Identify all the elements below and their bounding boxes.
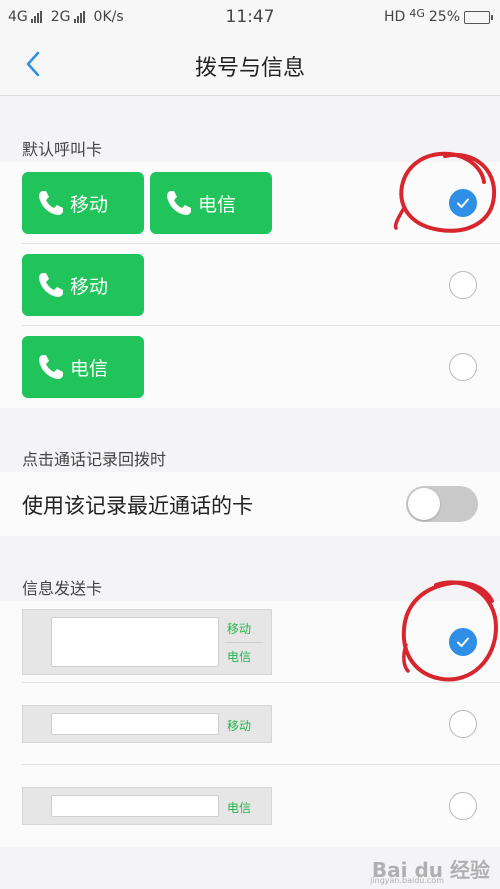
- redial-toggle[interactable]: [406, 486, 478, 522]
- label-divider: [225, 642, 263, 643]
- sim-button-mobile[interactable]: 移动: [22, 172, 144, 234]
- default-call-card: 移动 电信 移动 电信: [0, 162, 500, 408]
- battery-percent: 25%: [428, 9, 460, 25]
- sim-button-label: 移动: [70, 275, 109, 298]
- sim-button-telecom[interactable]: 电信: [22, 336, 144, 398]
- message-option-both-radio[interactable]: [449, 628, 477, 656]
- message-field: [51, 713, 219, 735]
- nav-bar: 拨号与信息: [0, 34, 500, 96]
- sim-button-label: 电信: [198, 193, 237, 216]
- hd-label: HD: [384, 9, 406, 25]
- message-card-header: 信息发送卡: [22, 579, 103, 598]
- phone-icon: [167, 191, 191, 215]
- phone-icon: [39, 355, 63, 379]
- status-bar: 4G 2G 0K/s 11:47 HD 4G 25%: [0, 0, 500, 34]
- call-option-telecom-radio[interactable]: [449, 353, 477, 381]
- message-preview-box: 电信: [22, 787, 272, 825]
- redial-label: 使用该记录最近通话的卡: [22, 494, 253, 518]
- message-label-telecom: 电信: [227, 801, 252, 815]
- phone-icon: [39, 273, 63, 297]
- default-call-header: 默认呼叫卡: [22, 140, 103, 159]
- message-option-both[interactable]: 移动 电信: [0, 601, 500, 683]
- status-right: HD 4G 25%: [384, 6, 493, 25]
- message-field: [51, 795, 219, 817]
- message-card: 移动 电信 移动 电信: [0, 601, 500, 847]
- call-option-both[interactable]: 移动 电信: [0, 162, 500, 244]
- message-label-mobile: 移动: [227, 719, 252, 733]
- checkmark-icon: [457, 637, 469, 647]
- message-option-telecom[interactable]: 电信: [0, 765, 500, 847]
- battery-icon: [464, 10, 493, 24]
- message-option-mobile[interactable]: 移动: [0, 683, 500, 765]
- checkmark-icon: [457, 198, 469, 208]
- call-option-both-radio[interactable]: [449, 189, 477, 217]
- message-preview-box: 移动 电信: [22, 609, 272, 675]
- sim-button-label: 电信: [70, 357, 109, 380]
- redial-card: 使用该记录最近通话的卡: [0, 472, 500, 536]
- call-option-telecom[interactable]: 电信: [0, 326, 500, 408]
- sim-button-label: 移动: [70, 193, 109, 216]
- message-option-telecom-radio[interactable]: [449, 792, 477, 820]
- message-field: [51, 617, 219, 667]
- message-label-telecom: 电信: [227, 650, 252, 664]
- sim-button-telecom[interactable]: 电信: [150, 172, 272, 234]
- message-option-mobile-radio[interactable]: [449, 710, 477, 738]
- toggle-knob: [408, 488, 440, 520]
- watermark-url: jingyan.baidu.com: [370, 876, 444, 885]
- message-preview-box: 移动: [22, 705, 272, 743]
- sim-button-mobile[interactable]: 移动: [22, 254, 144, 316]
- call-option-mobile[interactable]: 移动: [0, 244, 500, 326]
- page-title: 拨号与信息: [194, 56, 305, 81]
- redial-header: 点击通话记录回拨时: [22, 450, 167, 469]
- phone-icon: [39, 191, 63, 215]
- message-label-mobile: 移动: [227, 622, 252, 636]
- call-option-mobile-radio[interactable]: [449, 271, 477, 299]
- network-right-label: 4G: [409, 6, 425, 20]
